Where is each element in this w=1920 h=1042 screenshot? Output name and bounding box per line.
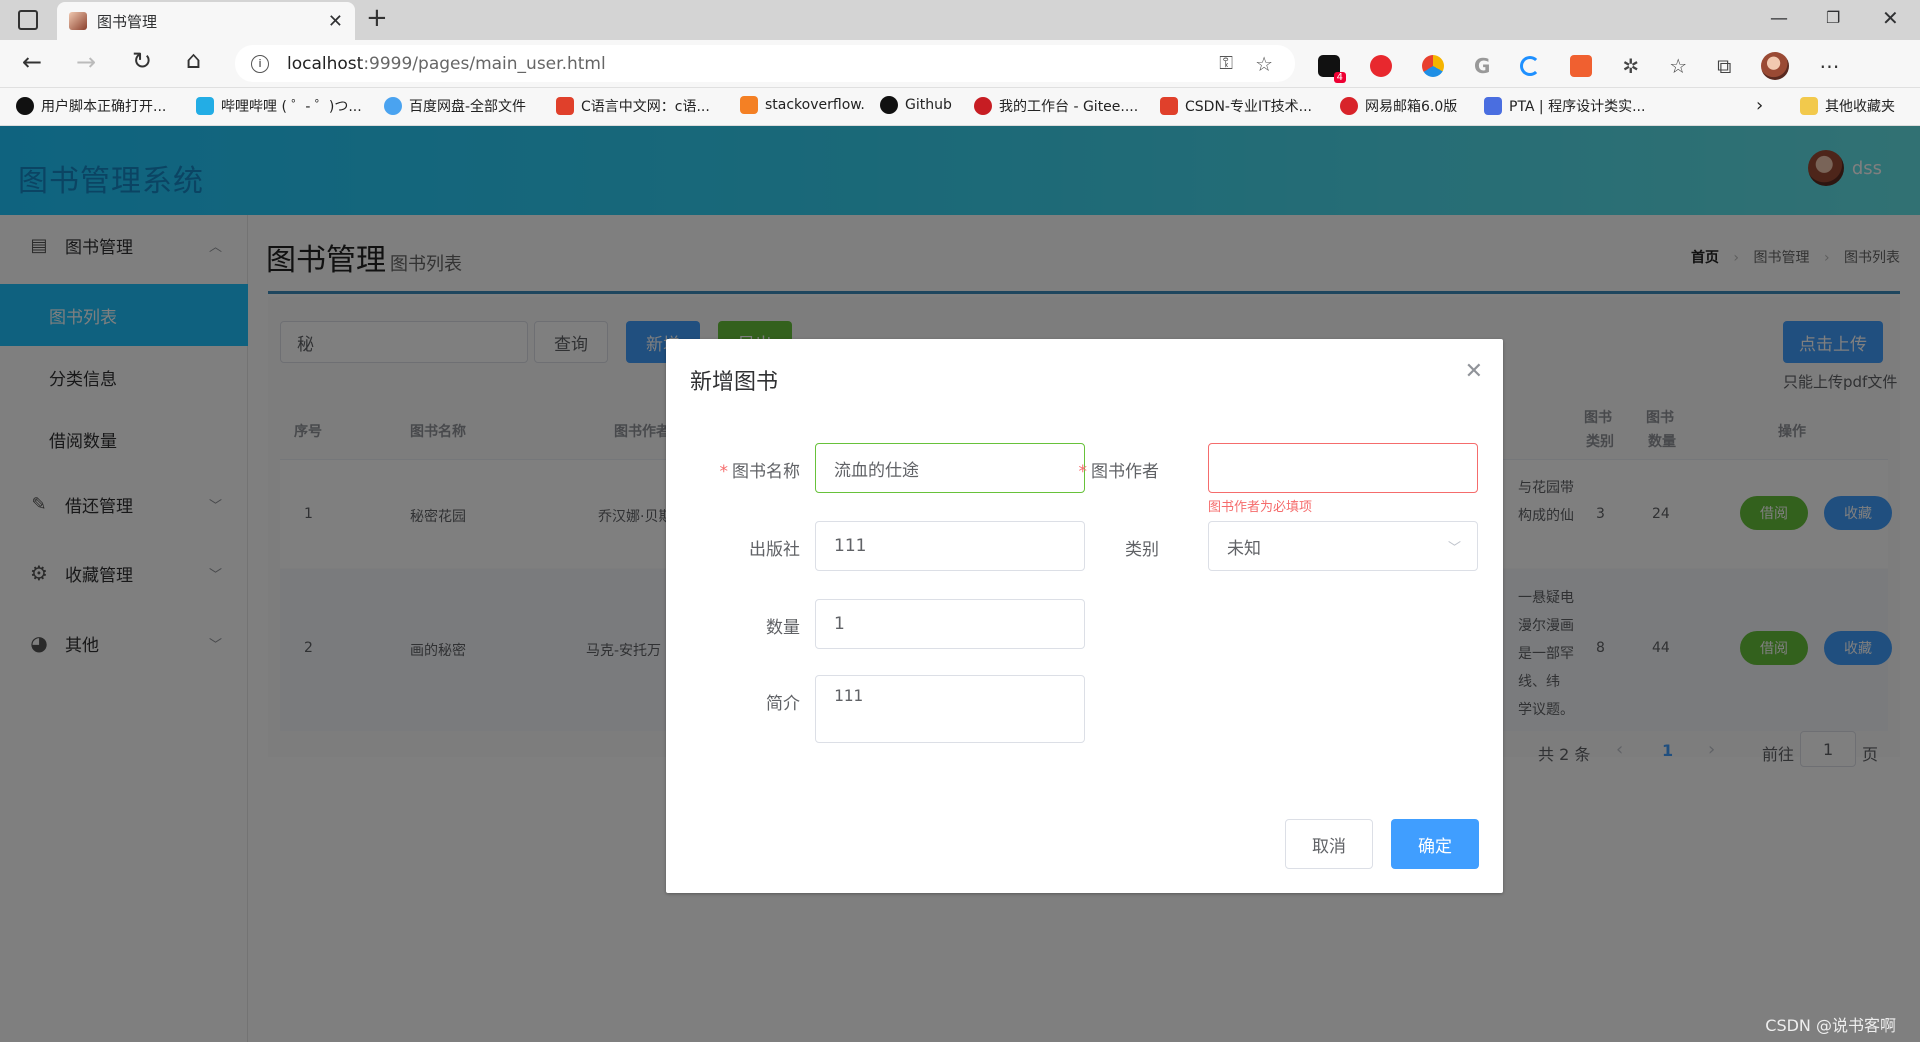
browser-tab[interactable]: 图书管理 ✕ <box>57 2 355 40</box>
cancel-button[interactable]: 取消 <box>1285 819 1373 869</box>
dialog-title: 新增图书 <box>690 370 779 395</box>
bookmark-favicon-icon <box>740 96 758 114</box>
extension-badge: 4 <box>1333 72 1346 83</box>
bookmark-item[interactable]: CSDN-专业IT技术... <box>1160 96 1312 116</box>
address-bar[interactable]: i localhost:9999/pages/main_user.html ⚿ … <box>235 45 1295 82</box>
book-name-label: * 图书名称 <box>666 457 801 482</box>
forward-icon[interactable]: → <box>76 48 96 76</box>
tab-favicon-icon <box>69 12 87 30</box>
category-label: 类别 <box>1125 540 1159 560</box>
bookmark-item[interactable]: 用户脚本正确打开... <box>16 96 166 116</box>
password-key-icon[interactable]: ⚿ <box>1219 53 1233 74</box>
bookmarks-overflow-icon[interactable]: › <box>1756 95 1763 116</box>
bookmark-label: CSDN-专业IT技术... <box>1185 99 1312 115</box>
bookmark-item[interactable]: PTA | 程序设计类实... <box>1484 96 1645 116</box>
profile-avatar-icon[interactable] <box>1761 52 1790 80</box>
required-mark: * <box>719 462 729 482</box>
close-window-icon[interactable]: ✕ <box>1882 6 1899 30</box>
close-icon[interactable]: ✕ <box>1465 359 1483 384</box>
bookmark-item[interactable]: Github <box>880 96 952 114</box>
book-author-field[interactable] <box>1208 443 1478 493</box>
label-text: 图书名称 <box>732 462 800 482</box>
chevron-down-icon: ﹀ <box>1447 540 1461 556</box>
count-label: 数量 <box>766 618 800 638</box>
bookmark-favicon-icon <box>1160 97 1178 115</box>
url-host: localhost <box>287 53 364 74</box>
bookmark-favicon-icon <box>880 96 898 114</box>
watermark: CSDN @说书客啊 <box>1765 1016 1896 1035</box>
url-path: :9999/pages/main_user.html <box>363 53 606 74</box>
folder-icon <box>1800 97 1818 115</box>
collections-icon[interactable]: ⧉ <box>1717 54 1731 78</box>
bookmark-label: 百度网盘-全部文件 <box>409 99 527 115</box>
back-icon[interactable]: ← <box>22 48 42 76</box>
book-author-label: * 图书作者 <box>992 457 1160 482</box>
bookmark-favicon-icon <box>974 97 992 115</box>
puzzle-extensions-icon[interactable]: ✲ <box>1622 54 1639 78</box>
more-menu-icon[interactable]: ⋯ <box>1819 54 1839 78</box>
bookmark-favicon-icon <box>196 97 214 115</box>
label-text: 图书作者 <box>1091 462 1159 482</box>
home-icon[interactable]: ⌂ <box>186 46 201 74</box>
favorites-icon[interactable]: ☆ <box>1669 54 1687 78</box>
intro-textarea[interactable]: 111 <box>815 675 1085 743</box>
author-error-message: 图书作者为必填项 <box>1208 500 1313 515</box>
new-tab-icon[interactable]: + <box>366 3 388 33</box>
bookmark-favicon-icon <box>1340 97 1358 115</box>
bookmark-item[interactable]: C语言中文网：c语... <box>556 96 710 116</box>
loading-extension-icon[interactable] <box>1520 56 1541 76</box>
minimize-icon[interactable]: — <box>1770 8 1788 29</box>
browser-nav-bar: ← → ↻ ⌂ i localhost:9999/pages/main_user… <box>0 40 1920 88</box>
tab-title: 图书管理 <box>97 12 158 31</box>
bookmark-favicon-icon <box>556 97 574 115</box>
add-favorite-icon[interactable]: ☆ <box>1255 52 1273 76</box>
adblock-icon[interactable] <box>1370 55 1392 77</box>
category-selected-value: 未知 <box>1227 538 1261 559</box>
bookmark-label: 哔哩哔哩 ( ゜- ゜)つ... <box>221 99 362 115</box>
browser-tab-bar: 图书管理 ✕ + — ❐ ✕ <box>0 0 1920 40</box>
bookmark-label: 我的工作台 - Gitee.... <box>999 99 1139 115</box>
bookmark-label: 用户脚本正确打开... <box>41 99 167 115</box>
bookmark-label: C语言中文网：c语... <box>581 99 710 115</box>
tab-actions-icon[interactable] <box>18 10 38 30</box>
extension-icon[interactable]: 4 <box>1318 55 1346 83</box>
required-mark: * <box>1078 462 1088 482</box>
bookmark-item[interactable]: stackoverflow. <box>740 96 865 114</box>
json-extension-icon[interactable] <box>1570 55 1593 77</box>
site-info-icon[interactable]: i <box>251 54 269 73</box>
category-select[interactable]: 未知 ﹀ <box>1208 521 1478 571</box>
bookmark-item[interactable]: 百度网盘-全部文件 <box>384 96 526 116</box>
bookmarks-bar: 用户脚本正确打开... 哔哩哔哩 ( ゜- ゜)つ... 百度网盘-全部文件 C… <box>0 88 1920 126</box>
bookmark-item[interactable]: 哔哩哔哩 ( ゜- ゜)つ... <box>196 96 362 116</box>
confirm-button[interactable]: 确定 <box>1391 819 1479 869</box>
intro-label: 简介 <box>766 694 800 714</box>
bookmark-label: PTA | 程序设计类实... <box>1509 99 1646 115</box>
bookmark-item[interactable]: 我的工作台 - Gitee.... <box>974 96 1138 116</box>
count-field[interactable]: 1 <box>815 599 1085 649</box>
other-bookmarks-folder[interactable]: 其他收藏夹 <box>1800 96 1895 116</box>
restore-icon[interactable]: ❐ <box>1826 8 1840 27</box>
bookmark-favicon-icon <box>384 97 402 115</box>
bookmark-favicon-icon <box>1484 97 1502 115</box>
bookmark-favicon-icon <box>16 97 34 115</box>
tab-close-icon[interactable]: ✕ <box>328 11 343 32</box>
refresh-icon[interactable]: ↻ <box>132 47 152 75</box>
bookmark-label: 其他收藏夹 <box>1825 99 1895 115</box>
add-book-dialog: 新增图书 ✕ * 图书名称 流血的仕途 * 图书作者 图书作者为必填项 出版社 11… <box>666 339 1503 893</box>
grammar-extension-icon[interactable]: G <box>1474 54 1490 78</box>
bookmark-item[interactable]: 网易邮箱6.0版 <box>1340 96 1457 116</box>
bookmark-label: stackoverflow. <box>765 97 865 113</box>
bookmark-label: Github <box>905 97 952 113</box>
bookmark-label: 网易邮箱6.0版 <box>1365 99 1458 115</box>
shield-extension-icon[interactable] <box>1422 55 1444 77</box>
publisher-label: 出版社 <box>749 540 800 560</box>
